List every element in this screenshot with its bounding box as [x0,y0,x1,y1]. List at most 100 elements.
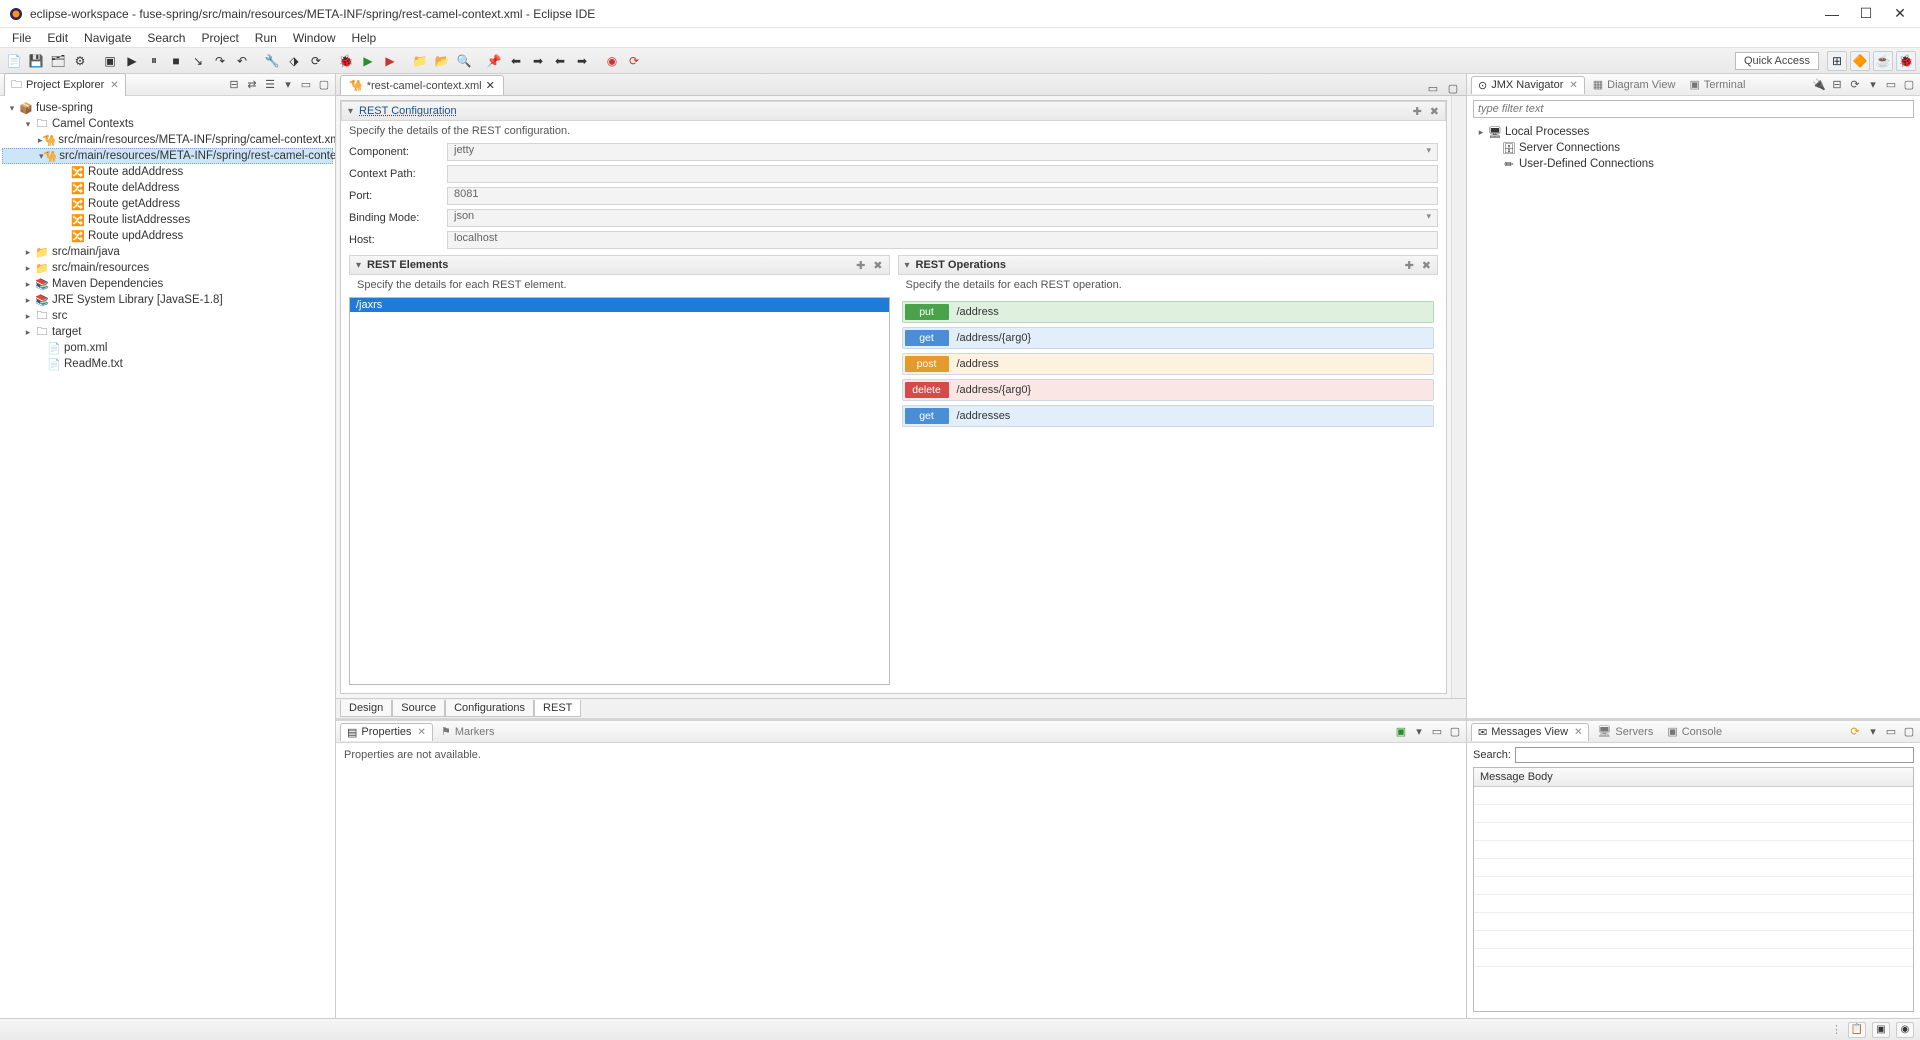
collapse-icon[interactable]: ▾ [356,260,361,271]
debug-config-icon[interactable]: 🔧 [262,51,282,71]
project-explorer-tab[interactable]: 🗀 Project Explorer ✕ [4,73,126,97]
host-field[interactable]: localhost [447,231,1438,249]
project-explorer-close-icon[interactable]: ✕ [110,80,118,91]
step-icon[interactable]: ↘ [188,51,208,71]
rest-op-get[interactable]: get/address/{arg0} [902,327,1435,349]
menu-run[interactable]: Run [247,29,285,47]
refresh-icon[interactable]: ⟳ [306,51,326,71]
properties-close-icon[interactable]: ✕ [418,727,426,738]
nav-next-icon[interactable]: ➡ [528,51,548,71]
quick-access[interactable]: Quick Access [1735,52,1819,70]
status-btn-1[interactable]: 📋 [1848,1022,1866,1038]
debug-icon[interactable]: 🐞 [336,51,356,71]
rest-config-section-bar[interactable]: ▾ REST Configuration ✚ ✖ [341,101,1446,121]
collapse-all-icon[interactable]: ⊟ [227,78,241,92]
terminal-icon[interactable]: ▣ [100,51,120,71]
port-field[interactable]: 8081 [447,187,1438,205]
status-btn-2[interactable]: ▣ [1872,1022,1890,1038]
maximize-view-icon[interactable]: ▢ [1902,725,1916,739]
tree-readme[interactable]: 📄ReadMe.txt [2,356,333,372]
tree-root[interactable]: ▾📦fuse-spring [2,100,333,116]
collapse-icon[interactable]: ▾ [905,260,910,271]
tree-src[interactable]: ▸🗀src [2,308,333,324]
menu-file[interactable]: File [4,29,39,47]
tree-route[interactable]: 🔀Route listAddresses [2,212,333,228]
component-field[interactable]: jetty [447,143,1438,161]
collapse-icon[interactable]: ▾ [348,106,353,117]
persp-fuse-icon[interactable]: 🔶 [1850,51,1870,71]
search-icon[interactable]: 🔍 [454,51,474,71]
saveall-icon[interactable]: 🗂 [48,51,68,71]
refresh-msgs-icon[interactable]: ⟳ [1848,725,1862,739]
tree-route[interactable]: 🔀Route updAddress [2,228,333,244]
tree-src-res[interactable]: ▸📁src/main/resources [2,260,333,276]
stepreturn-icon[interactable]: ↶ [232,51,252,71]
pause-icon[interactable]: ⏸ [144,51,164,71]
tree-camel-contexts[interactable]: ▾🗀Camel Contexts [2,116,333,132]
jmx-tab[interactable]: ⊙ JMX Navigator ✕ [1471,76,1585,94]
run-icon[interactable]: ▶ [358,51,378,71]
maximize-button[interactable]: ☐ [1858,6,1874,22]
delete-icon[interactable]: ✖ [1430,105,1439,118]
minimize-view-icon[interactable]: ▭ [1884,78,1898,92]
rest-op-put[interactable]: put/address [902,301,1435,323]
jmx-server-connections[interactable]: 🗄Server Connections [1471,140,1916,156]
new-props-icon[interactable]: ▣ [1394,725,1408,739]
props-menu-icon[interactable]: ▾ [1412,725,1426,739]
console-tab[interactable]: ▣ Console [1661,723,1728,740]
forward-icon[interactable]: ➡ [572,51,592,71]
servers-tab[interactable]: 🖥 Servers [1591,723,1659,740]
collapse-icon[interactable]: ⊟ [1830,78,1844,92]
refresh-icon[interactable]: ⟳ [1848,78,1862,92]
menu-window[interactable]: Window [285,29,344,47]
tree-route[interactable]: 🔀Route delAddress [2,180,333,196]
jboss-icon[interactable]: ◉ [602,51,622,71]
messages-tab[interactable]: ✉ Messages View ✕ [1471,723,1589,741]
messages-col-header[interactable]: Message Body [1474,768,1913,787]
jmx-local-processes[interactable]: ▸🖥Local Processes [1471,124,1916,140]
tree-target[interactable]: ▸🗀target [2,324,333,340]
tree-pom[interactable]: 📄pom.xml [2,340,333,356]
editor-scrollbar[interactable] [1451,96,1466,698]
binding-field[interactable]: json [447,209,1438,227]
editor-tab-close-icon[interactable]: ✕ [486,79,495,92]
persp-debug-icon[interactable]: 🐞 [1896,51,1916,71]
new-icon[interactable]: 📄 [4,51,24,71]
minimize-editor-icon[interactable]: ▭ [1426,81,1440,95]
build-icon[interactable]: ⚙ [70,51,90,71]
menu-edit[interactable]: Edit [39,29,76,47]
maximize-view-icon[interactable]: ▢ [1448,725,1462,739]
jmx-filter-input[interactable] [1473,100,1914,118]
tab-rest[interactable]: REST [534,700,581,717]
back-icon[interactable]: ⬅ [550,51,570,71]
markers-tab[interactable]: ⚑ Markers [435,723,501,740]
tree-route[interactable]: 🔀Route getAddress [2,196,333,212]
tree-jre[interactable]: ▸📚JRE System Library [JavaSE-1.8] [2,292,333,308]
minimize-view-icon[interactable]: ▭ [1430,725,1444,739]
diagram-tab[interactable]: ▦ Diagram View [1587,76,1682,93]
jmx-user-connections[interactable]: ✏User-Defined Connections [1471,156,1916,172]
minimize-view-icon[interactable]: ▭ [299,78,313,92]
tab-design[interactable]: Design [340,700,392,717]
save-icon[interactable]: 💾 [26,51,46,71]
add-icon[interactable]: ✚ [1405,259,1414,272]
view-menu-icon[interactable]: ▾ [1866,78,1880,92]
status-btn-3[interactable]: ◉ [1896,1022,1914,1038]
filter-icon[interactable]: ☰ [263,78,277,92]
maximize-view-icon[interactable]: ▢ [317,78,331,92]
rest-elements-bar[interactable]: ▾ REST Elements ✚ ✖ [349,255,890,275]
link-editor-icon[interactable]: ⇄ [245,78,259,92]
tab-source[interactable]: Source [392,700,445,717]
view-menu-icon[interactable]: ▾ [281,78,295,92]
skip-icon[interactable]: ▶ [122,51,142,71]
menu-navigate[interactable]: Navigate [76,29,139,47]
tree-src-java[interactable]: ▸📁src/main/java [2,244,333,260]
nav-prev-icon[interactable]: ⬅ [506,51,526,71]
rest-operations-bar[interactable]: ▾ REST Operations ✚ ✖ [898,255,1439,275]
properties-tab[interactable]: ▤ Properties ✕ [340,723,433,741]
rest-op-delete[interactable]: delete/address/{arg0} [902,379,1435,401]
add-icon[interactable]: ✚ [856,259,865,272]
maximize-editor-icon[interactable]: ▢ [1446,81,1460,95]
stop-icon[interactable]: ■ [166,51,186,71]
rest-element-item[interactable]: /jaxrs [350,298,889,312]
